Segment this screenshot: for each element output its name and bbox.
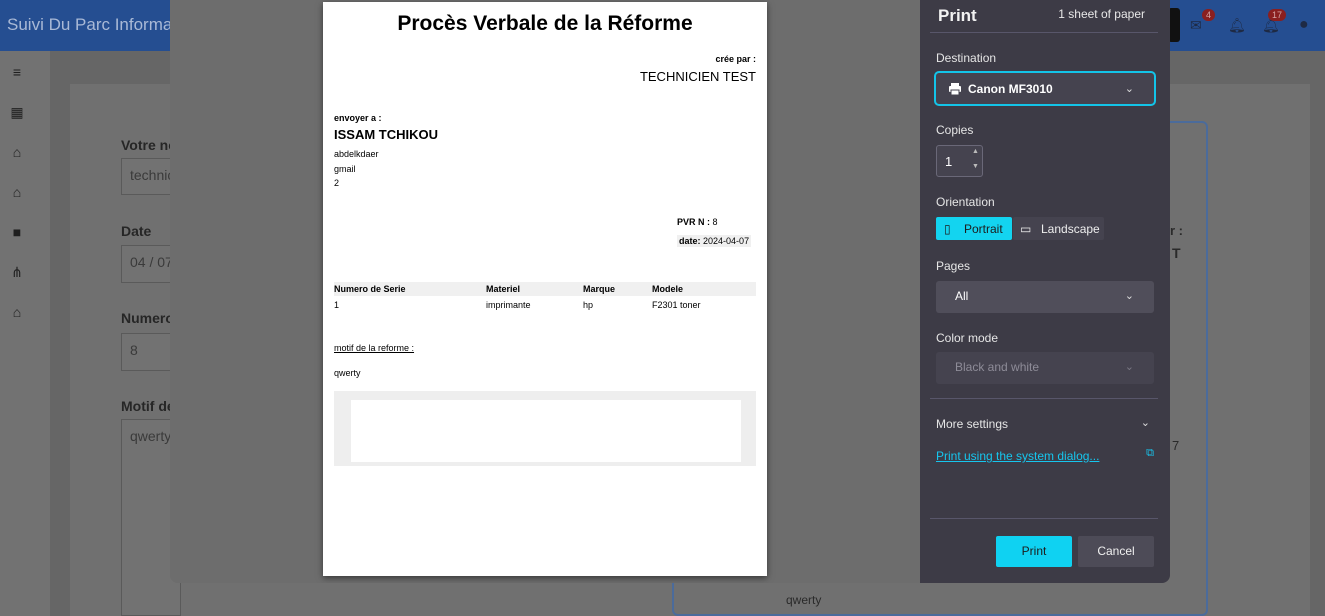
decrement-icon[interactable]: ▼ <box>971 163 980 170</box>
motif-partial: qwerty <box>786 593 822 607</box>
date-label: Date <box>121 223 152 239</box>
recipient-line-2: gmail <box>334 164 356 174</box>
pvr-number: PVR N : 8 <box>677 217 718 227</box>
table-header: Numero de Serie <box>334 282 486 296</box>
external-link-icon[interactable]: ⧉ <box>1146 447 1154 460</box>
color-mode-label: Color mode <box>936 331 999 345</box>
copies-stepper[interactable]: 1 ▲ ▼ <box>936 145 983 177</box>
cree-par-value: TECHNICIEN TEST <box>639 69 756 84</box>
system-dialog-link[interactable]: Print using the system dialog... <box>936 449 1099 463</box>
truck-icon[interactable]: ■ <box>9 225 25 239</box>
signature-area <box>351 400 741 462</box>
numero-label: Numero <box>121 310 174 326</box>
divider <box>930 32 1158 33</box>
user-avatar-icon[interactable]: ● <box>1299 16 1309 34</box>
table-cell: hp <box>583 300 594 310</box>
bell-icon[interactable]: 🔔︎ <box>1228 17 1246 34</box>
creer-partial: r : <box>1170 223 1183 238</box>
divider <box>930 398 1158 399</box>
portrait-label: Portrait <box>964 222 1003 236</box>
table-cell: F2301 toner <box>652 300 701 310</box>
destination-select[interactable]: Canon MF3010 ⌄ <box>934 71 1156 106</box>
pages-select[interactable]: All ⌄ <box>936 281 1154 313</box>
motif-value: qwerty <box>334 368 361 378</box>
portrait-icon: ▯ <box>944 222 951 236</box>
materiel-table: Numero de Serie Materiel Marque Modele 1… <box>334 282 756 314</box>
tech-partial: T <box>1172 245 1181 261</box>
chevron-down-icon: ⌄ <box>1124 83 1134 95</box>
table-header: Marque <box>583 282 652 296</box>
app-title: Suivi Du Parc Informat <box>7 15 178 34</box>
pages-label: Pages <box>936 259 971 273</box>
dashboard-icon[interactable]: ▦ <box>9 105 25 119</box>
landscape-icon: ▭ <box>1020 222 1032 236</box>
name-label: Votre no <box>121 137 177 153</box>
print-preview-page: Procès Verbale de la Réforme crée par : … <box>323 2 767 576</box>
sheet-count: 1 sheet of paper <box>1058 7 1145 21</box>
print-settings-panel: Print 1 sheet of paper Destination Canon… <box>920 0 1170 583</box>
sidebar: ≡ ▦ ⌂ ⌂ ■ ⋔ ⌂ <box>0 51 50 616</box>
copies-value: 1 <box>945 154 953 169</box>
recipient-name: ISSAM TCHIKOU <box>334 127 438 142</box>
copies-label: Copies <box>936 123 974 137</box>
destination-label: Destination <box>936 51 997 65</box>
table-header-row: Numero de Serie Materiel Marque Modele <box>334 282 756 296</box>
recipient-line-3: 2 <box>334 178 340 188</box>
document-date: date: 2024-04-07 <box>677 235 752 247</box>
menu-icon[interactable]: ≡ <box>9 65 25 79</box>
table-row: 1 imprimante hp F2301 toner <box>334 296 756 314</box>
table-cell: 1 <box>334 300 340 310</box>
print-preview-area: Procès Verbale de la Réforme crée par : … <box>170 0 920 583</box>
home-icon-3[interactable]: ⌂ <box>9 305 25 319</box>
hierarchy-icon[interactable]: ⋔ <box>9 265 25 279</box>
document-title: Procès Verbale de la Réforme <box>397 12 693 35</box>
print-title: Print <box>938 6 977 25</box>
home-icon-2[interactable]: ⌂ <box>9 185 25 199</box>
print-dialog: Procès Verbale de la Réforme crée par : … <box>170 0 1170 583</box>
table-header: Materiel <box>486 282 583 296</box>
chevron-down-icon: ⌄ <box>1124 361 1134 373</box>
envoyer-label: envoyer a : <box>334 113 382 123</box>
table-header: Modele <box>652 282 756 296</box>
pages-value: All <box>955 289 969 303</box>
notification-badge: 17 <box>1268 9 1287 21</box>
color-mode-value: Black and white <box>955 360 1040 374</box>
cree-par-label: crée par : <box>715 54 756 64</box>
motif-heading: motif de la reforme : <box>334 343 415 353</box>
motif-label: Motif de <box>121 398 175 414</box>
mail-icon[interactable]: ✉ <box>1190 17 1202 34</box>
chevron-down-icon[interactable]: ⌄ <box>1141 416 1150 429</box>
table-cell: imprimante <box>486 300 531 310</box>
print-button[interactable]: Print <box>996 536 1072 567</box>
recipient-line-1: abdelkdaer <box>334 149 379 159</box>
chevron-down-icon: ⌄ <box>1124 290 1134 302</box>
portrait-button[interactable]: ▯ Portrait <box>936 217 1012 240</box>
landscape-button[interactable]: ▭ Landscape <box>1013 217 1104 240</box>
divider <box>930 518 1158 519</box>
color-mode-select[interactable]: Black and white ⌄ <box>936 352 1154 384</box>
increment-icon[interactable]: ▲ <box>971 148 980 155</box>
more-settings-toggle[interactable]: More settings <box>936 417 1008 431</box>
orientation-label: Orientation <box>936 195 995 209</box>
destination-value: Canon MF3010 <box>968 82 1053 96</box>
home-icon[interactable]: ⌂ <box>9 145 25 159</box>
date-partial: 7 <box>1172 438 1180 453</box>
signature-box <box>334 391 756 466</box>
printer-icon <box>949 83 961 96</box>
cancel-button[interactable]: Cancel <box>1078 536 1154 567</box>
landscape-label: Landscape <box>1041 222 1100 236</box>
mail-badge: 4 <box>1202 9 1216 21</box>
